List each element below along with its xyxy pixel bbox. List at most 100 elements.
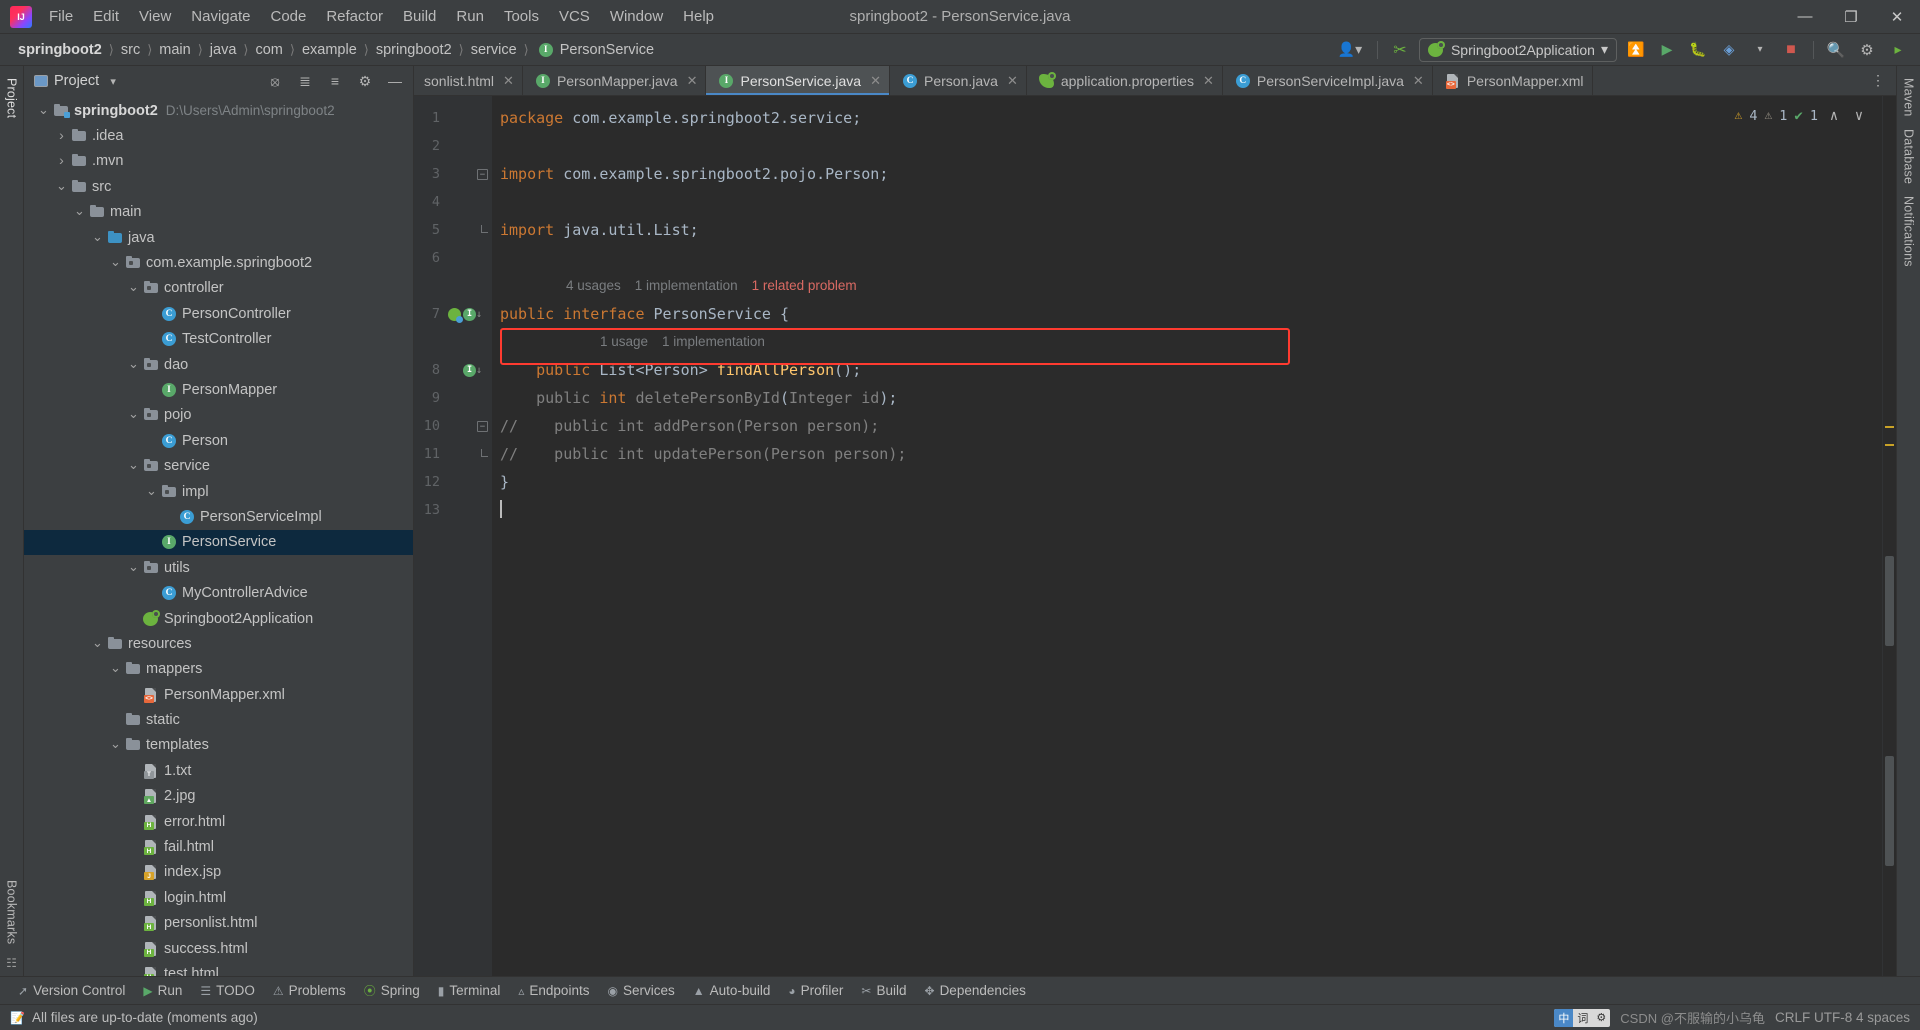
breadcrumb-com[interactable]: com xyxy=(251,40,286,60)
maximize-button[interactable]: ❐ xyxy=(1828,0,1874,34)
tree-node-personserviceimpl[interactable]: C PersonServiceImpl xyxy=(24,504,413,529)
implemented-gutter-icon[interactable]: I xyxy=(463,307,476,321)
tree-node-personlist-html[interactable]: Hpersonlist.html xyxy=(24,911,413,936)
tree-node-error-html[interactable]: Herror.html xyxy=(24,809,413,834)
gutter-line-9[interactable]: 9 xyxy=(414,384,492,412)
fold-collapse-icon[interactable]: − xyxy=(477,421,488,432)
tree-node-index-jsp[interactable]: Jindex.jsp xyxy=(24,860,413,885)
chevron-down-icon[interactable]: ⌄ xyxy=(144,483,159,499)
code-line-12[interactable]: } xyxy=(492,468,1882,496)
chevron-right-icon[interactable]: › xyxy=(54,152,69,168)
bottom-item-endpoints[interactable]: ▵ Endpoints xyxy=(510,981,597,1000)
code-line-6[interactable] xyxy=(492,244,1882,272)
chevron-down-icon[interactable]: ⌄ xyxy=(126,356,141,372)
bottom-item-problems[interactable]: ⚠ Problems xyxy=(265,981,354,1000)
chevron-down-icon[interactable]: ⌄ xyxy=(54,178,69,194)
tree-node-login-html[interactable]: Hlogin.html xyxy=(24,885,413,910)
implementations-hint[interactable]: 1 implementation xyxy=(662,328,765,356)
minimize-button[interactable]: — xyxy=(1782,0,1828,34)
rail-item-bookmarks[interactable]: Bookmarks xyxy=(5,874,19,950)
scrollbar-thumb[interactable] xyxy=(1885,756,1894,866)
implementations-hint[interactable]: 1 implementation xyxy=(635,272,738,300)
editor-tab-application-properties[interactable]: application.properties ✕ xyxy=(1027,66,1223,95)
chevron-down-icon[interactable]: ⌄ xyxy=(108,254,123,270)
ime-indicator[interactable]: 中 词 ⚙ xyxy=(1554,1008,1611,1027)
ime-cell-chinese[interactable]: 中 xyxy=(1554,1008,1574,1027)
tree-node-main[interactable]: ⌄ main xyxy=(24,200,413,225)
bottom-item-auto-build[interactable]: ▲ Auto-build xyxy=(685,981,779,1000)
debug-icon[interactable]: 🐛 xyxy=(1686,38,1710,62)
rail-item-database[interactable]: Database xyxy=(1902,123,1916,190)
previous-problem-icon[interactable]: ∧ xyxy=(1825,107,1843,125)
build-hammer-icon[interactable]: ✂ xyxy=(1388,38,1412,62)
gutter-line-6[interactable]: 6 xyxy=(414,244,492,272)
stop-icon[interactable]: ■ xyxy=(1779,38,1803,62)
breadcrumb-person-service[interactable]: I PersonService xyxy=(532,40,658,60)
usages-hint[interactable]: 4 usages xyxy=(566,272,621,300)
collapse-all-icon[interactable]: ≡ xyxy=(323,69,347,93)
chevron-down-icon[interactable]: ⌄ xyxy=(90,635,105,651)
gutter-line-5[interactable]: 5 xyxy=(414,216,492,244)
code-line-10[interactable]: // public int addPerson(Person person); xyxy=(492,412,1882,440)
structure-rail-icon[interactable]: ☷ xyxy=(6,956,17,970)
code-editor[interactable]: 1 2 3−4 5 6 7 I ↓ 8 I ↓ 9 10−11 12 13 ⚠ 4 ⚠ 1 ✔ 1 ∧ ∨ … xyxy=(414,96,1896,976)
bottom-item-spring[interactable]: ⦿ Spring xyxy=(356,980,428,1001)
tree-node-resources[interactable]: ⌄ resources xyxy=(24,631,413,656)
project-scope-chevron-down-icon[interactable]: ▾ xyxy=(105,72,121,90)
gutter-line-12[interactable]: 12 xyxy=(414,468,492,496)
code-line-13[interactable] xyxy=(492,496,1882,524)
interface-usage-hints[interactable]: 4 usages 1 implementation 1 related proble… xyxy=(492,272,1882,300)
tree-node-2-jpg[interactable]: ▲ 2.jpg xyxy=(24,784,413,809)
tree-node-static[interactable]: static xyxy=(24,707,413,732)
code-line-2[interactable] xyxy=(492,132,1882,160)
breadcrumb-main[interactable]: main xyxy=(155,40,194,60)
close-button[interactable]: ✕ xyxy=(1874,0,1920,34)
breadcrumb-example[interactable]: example xyxy=(298,40,361,60)
tree-node-springboot2[interactable]: ⌄ springboot2 D:\Users\Admin\springboot2 xyxy=(24,98,413,123)
editor-tab-person-mapper-xml[interactable]: <> PersonMapper.xml xyxy=(1433,66,1593,95)
bottom-item-dependencies[interactable]: ✥ Dependencies xyxy=(917,981,1034,1000)
chevron-down-icon[interactable]: ⌄ xyxy=(36,102,51,118)
close-tab-icon[interactable]: ✕ xyxy=(1203,73,1214,89)
editor-tab-person-java[interactable]: C Person.java ✕ xyxy=(890,66,1027,95)
breadcrumb-springboot2[interactable]: springboot2 xyxy=(14,40,106,60)
implemented-gutter-icon[interactable]: I xyxy=(463,363,476,377)
code-line-4[interactable] xyxy=(492,188,1882,216)
tab-overflow-icon[interactable]: ⋮ xyxy=(1866,69,1890,93)
menu-navigate[interactable]: Navigate xyxy=(182,4,259,29)
bottom-item-build[interactable]: ✂ Build xyxy=(853,981,914,1000)
code-line-11[interactable]: // public int updatePerson(Person person… xyxy=(492,440,1882,468)
next-problem-icon[interactable]: ∨ xyxy=(1850,107,1868,125)
tree-node-pojo[interactable]: ⌄ pojo xyxy=(24,403,413,428)
tree-node-personservice[interactable]: I PersonService xyxy=(24,529,413,556)
gutter-line-2[interactable]: 2 xyxy=(414,132,492,160)
chevron-down-icon[interactable]: ⌄ xyxy=(72,203,87,219)
tree-node-1-txt[interactable]: T 1.txt xyxy=(24,758,413,783)
chevron-down-icon[interactable]: ⌄ xyxy=(126,457,141,473)
bottom-item-services[interactable]: ◉ Services xyxy=(599,981,682,1000)
breadcrumb-java[interactable]: java xyxy=(206,40,241,60)
bottom-item-todo[interactable]: ☰ TODO xyxy=(192,981,263,1000)
editor-gutter[interactable]: 1 2 3−4 5 6 7 I ↓ 8 I ↓ 9 10−11 12 13 xyxy=(414,96,492,976)
fold-end-icon[interactable] xyxy=(481,225,488,233)
rail-item-project[interactable]: Project xyxy=(5,72,19,124)
tree-node-person[interactable]: C Person xyxy=(24,428,413,453)
menu-vcs[interactable]: VCS xyxy=(550,4,599,29)
code-line-9[interactable]: public int deletePersonById(Integer id); xyxy=(492,384,1882,412)
rail-item-maven[interactable]: Maven xyxy=(1902,72,1916,123)
tree-node-mycontrolleradvice[interactable]: C MyControllerAdvice xyxy=(24,580,413,605)
panel-settings-gear-icon[interactable]: ⚙ xyxy=(353,69,377,93)
menu-help[interactable]: Help xyxy=(674,4,723,29)
breadcrumb-service[interactable]: service xyxy=(467,40,521,60)
tree-node-personmapper-xml[interactable]: <> PersonMapper.xml xyxy=(24,682,413,707)
tree-node-dao[interactable]: ⌄ dao xyxy=(24,352,413,377)
tree-node-impl[interactable]: ⌄ impl xyxy=(24,479,413,504)
gutter-line-8[interactable]: 8 I ↓ xyxy=(414,356,492,384)
encoding-indicator[interactable]: CRLF UTF-8 4 spaces xyxy=(1775,1010,1910,1025)
run-icon[interactable]: ▶ xyxy=(1655,38,1679,62)
menu-view[interactable]: View xyxy=(130,4,180,29)
code-line-5[interactable]: import java.util.List; xyxy=(492,216,1882,244)
ime-cell-word[interactable]: 词 xyxy=(1573,1009,1592,1027)
tree-node-personmapper[interactable]: I PersonMapper xyxy=(24,377,413,402)
expand-all-icon[interactable]: ≣ xyxy=(293,69,317,93)
